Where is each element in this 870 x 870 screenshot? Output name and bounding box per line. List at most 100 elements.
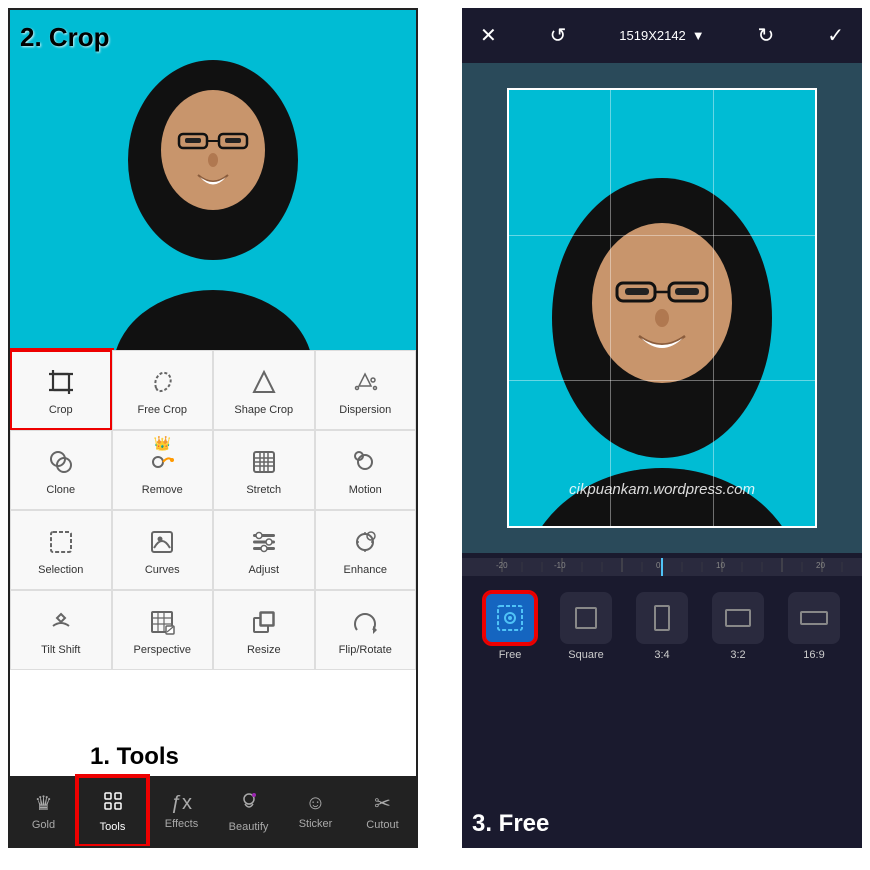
motion-icon xyxy=(347,444,383,480)
beautify-icon xyxy=(238,790,260,818)
dropdown-arrow-icon[interactable]: ▼ xyxy=(692,28,705,43)
perspective-label: Perspective xyxy=(134,644,191,656)
watermark-text: cikpuankam.wordpress.com xyxy=(507,481,817,498)
nav-gold[interactable]: ♛ Gold xyxy=(10,776,77,846)
svg-text:-10: -10 xyxy=(554,561,566,570)
crop-option-3-2[interactable]: 3:2 xyxy=(708,592,768,661)
right-panel: ✕ ↺ 1519X2142 ▼ ↻ ✓ xyxy=(462,8,862,848)
tool-flip-rotate[interactable]: Flip/Rotate xyxy=(315,590,417,670)
nav-cutout[interactable]: ✂ Cutout xyxy=(349,776,416,846)
crop-option-free[interactable]: Free xyxy=(480,592,540,661)
tool-remove[interactable]: 👑 Remove xyxy=(112,430,214,510)
nav-sticker[interactable]: ☺ Sticker xyxy=(282,776,349,846)
step-tools-label: 1. Tools xyxy=(90,743,179,771)
resize-label: Resize xyxy=(247,644,281,656)
effects-icon: ƒx xyxy=(171,792,192,815)
clone-icon xyxy=(43,444,79,480)
right-top-bar: ✕ ↺ 1519X2142 ▼ ↻ ✓ xyxy=(462,8,862,63)
svg-text:10: 10 xyxy=(716,561,725,570)
tool-curves[interactable]: Curves xyxy=(112,510,214,590)
3-2-option-label: 3:2 xyxy=(730,649,745,661)
ruler-area: -20 -10 0 10 20 xyxy=(462,553,862,581)
selection-label: Selection xyxy=(38,564,83,576)
clone-label: Clone xyxy=(46,484,75,496)
tool-selection[interactable]: Selection xyxy=(10,510,112,590)
curves-icon xyxy=(144,524,180,560)
shape-crop-label: Shape Crop xyxy=(234,404,293,416)
crop-option-square[interactable]: Square xyxy=(556,592,616,661)
dispersion-label: Dispersion xyxy=(339,404,391,416)
ruler-track[interactable]: -20 -10 0 10 20 xyxy=(462,558,862,576)
crop-label: Crop xyxy=(49,404,73,416)
nav-tools-label: Tools xyxy=(100,821,126,833)
crop-options-bar: Free Square 3:4 xyxy=(462,581,862,671)
tools-icon xyxy=(102,790,124,818)
tool-crop[interactable]: Crop xyxy=(10,350,112,430)
person-portrait xyxy=(103,30,323,350)
crop-photo-area: cikpuankam.wordpress.com xyxy=(462,63,862,553)
main-container: 2. Crop xyxy=(0,0,870,870)
step-free-label: 3. Free xyxy=(472,810,549,837)
resolution-title: 1519X2142 ▼ xyxy=(619,28,704,43)
close-button[interactable]: ✕ xyxy=(480,23,497,48)
remove-label: Remove xyxy=(142,484,183,496)
16-9-option-label: 16:9 xyxy=(803,649,824,661)
curves-label: Curves xyxy=(145,564,180,576)
flip-rotate-icon xyxy=(347,604,383,640)
nav-beautify[interactable]: Beautify xyxy=(215,776,282,846)
redo-button[interactable]: ↻ xyxy=(758,23,775,48)
dispersion-icon xyxy=(347,364,383,400)
tool-clone[interactable]: Clone xyxy=(10,430,112,510)
crop-icon xyxy=(43,364,79,400)
3-4-option-label: 3:4 xyxy=(654,649,669,661)
resize-icon xyxy=(246,604,282,640)
nav-cutout-label: Cutout xyxy=(366,819,398,831)
sticker-icon: ☺ xyxy=(305,792,325,815)
undo-button[interactable]: ↺ xyxy=(550,23,567,48)
gold-icon: ♛ xyxy=(35,791,53,816)
crop-option-16-9[interactable]: 16:9 xyxy=(784,592,844,661)
tool-stretch[interactable]: Stretch xyxy=(213,430,315,510)
confirm-button[interactable]: ✓ xyxy=(827,23,844,48)
enhance-label: Enhance xyxy=(344,564,387,576)
nav-tools[interactable]: Tools xyxy=(77,776,148,846)
nav-effects[interactable]: ƒx Effects xyxy=(148,776,215,846)
crop-photo-inner: cikpuankam.wordpress.com xyxy=(507,88,817,528)
tool-adjust[interactable]: Adjust xyxy=(213,510,315,590)
tilt-shift-icon xyxy=(43,604,79,640)
crop-option-3-4[interactable]: 3:4 xyxy=(632,592,692,661)
motion-label: Motion xyxy=(349,484,382,496)
tool-shape-crop[interactable]: Shape Crop xyxy=(213,350,315,430)
tool-motion[interactable]: Motion xyxy=(315,430,417,510)
stretch-icon xyxy=(246,444,282,480)
free-option-icon xyxy=(484,592,536,644)
left-panel: 2. Crop xyxy=(8,8,418,848)
3-2-option-icon xyxy=(712,592,764,644)
adjust-label: Adjust xyxy=(248,564,279,576)
free-option-label: Free xyxy=(499,649,522,661)
tool-enhance[interactable]: Enhance xyxy=(315,510,417,590)
nav-beautify-label: Beautify xyxy=(229,821,269,833)
nav-gold-label: Gold xyxy=(32,819,55,831)
adjust-icon xyxy=(246,524,282,560)
free-crop-icon xyxy=(144,364,180,400)
svg-text:20: 20 xyxy=(816,561,825,570)
bottom-nav: ♛ Gold Tools ƒx Effects xyxy=(10,776,416,846)
flip-rotate-label: Flip/Rotate xyxy=(339,644,392,656)
svg-text:-20: -20 xyxy=(496,561,508,570)
tilt-shift-label: Tilt Shift xyxy=(41,644,80,656)
nav-effects-label: Effects xyxy=(165,818,198,830)
tool-free-crop[interactable]: Free Crop xyxy=(112,350,214,430)
tool-dispersion[interactable]: Dispersion xyxy=(315,350,417,430)
perspective-icon xyxy=(144,604,180,640)
16-9-option-icon xyxy=(788,592,840,644)
tools-grid: Crop Free Crop Shape Crop xyxy=(10,350,416,670)
tool-perspective[interactable]: Perspective xyxy=(112,590,214,670)
tool-tilt-shift[interactable]: Tilt Shift xyxy=(10,590,112,670)
square-option-icon xyxy=(560,592,612,644)
svg-text:0: 0 xyxy=(656,561,661,570)
step-crop-label: 2. Crop xyxy=(20,22,110,53)
selection-icon xyxy=(43,524,79,560)
tool-resize[interactable]: Resize xyxy=(213,590,315,670)
crop-person-photo xyxy=(507,88,817,528)
